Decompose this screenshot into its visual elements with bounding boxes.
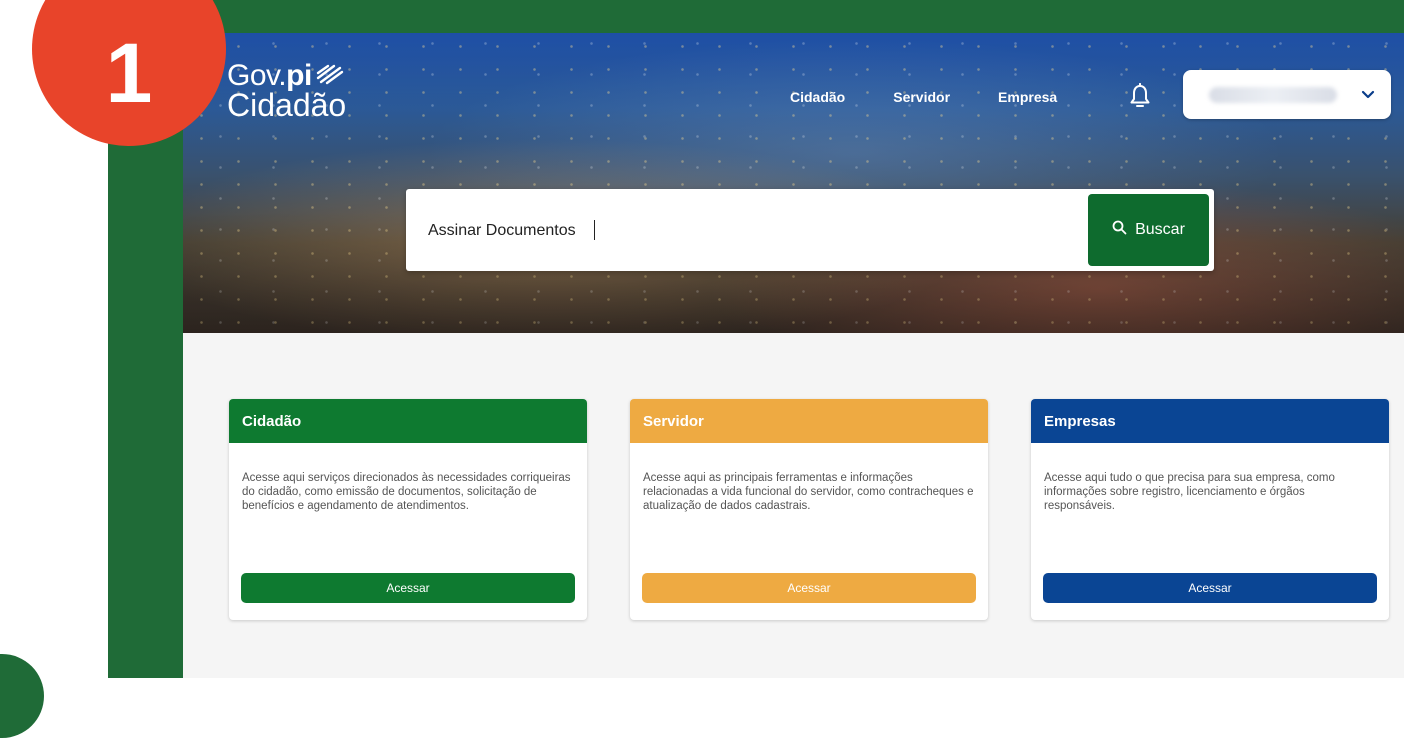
card-title: Servidor <box>630 399 988 443</box>
search-icon <box>1112 220 1127 240</box>
card-description: Acesse aqui serviços direcionados às nec… <box>242 472 571 512</box>
search-button[interactable]: Buscar <box>1088 194 1209 266</box>
bell-icon[interactable] <box>1129 82 1151 109</box>
card-title: Cidadão <box>229 399 587 443</box>
top-navigation: Cidadão Servidor Empresa <box>790 89 1057 105</box>
logo-text-line2: Cidadão <box>227 87 347 123</box>
access-button-servidor[interactable]: Acessar <box>642 573 976 603</box>
card-title: Empresas <box>1031 399 1389 443</box>
nav-item-servidor[interactable]: Servidor <box>893 89 950 105</box>
card-empresas: Empresas Acesse aqui tudo o que precisa … <box>1031 399 1389 620</box>
corner-decoration <box>0 654 44 738</box>
access-button-empresas[interactable]: Acessar <box>1043 573 1377 603</box>
browser-screen: Gov. pi Cidadão Cidadão Servidor Empresa… <box>183 33 1404 678</box>
nav-item-cidadao[interactable]: Cidadão <box>790 89 845 105</box>
user-name-redacted <box>1209 87 1337 103</box>
access-button-cidadao[interactable]: Acessar <box>241 573 575 603</box>
site-logo[interactable]: Gov. pi Cidadão <box>227 61 347 123</box>
text-caret <box>594 220 595 240</box>
card-description: Acesse aqui tudo o que precisa para sua … <box>1044 472 1335 512</box>
chevron-down-icon <box>1361 88 1375 100</box>
search-input[interactable] <box>426 213 1070 249</box>
search-bar: Buscar <box>406 189 1214 271</box>
card-description: Acesse aqui as principais ferramentas e … <box>643 472 974 512</box>
user-menu-dropdown[interactable] <box>1183 70 1391 119</box>
search-button-label: Buscar <box>1135 221 1185 238</box>
nav-item-empresa[interactable]: Empresa <box>998 89 1057 105</box>
card-servidor: Servidor Acesse aqui as principais ferra… <box>630 399 988 620</box>
hero-banner: Gov. pi Cidadão Cidadão Servidor Empresa… <box>183 33 1404 333</box>
card-cidadao: Cidadão Acesse aqui serviços direcionado… <box>229 399 587 620</box>
